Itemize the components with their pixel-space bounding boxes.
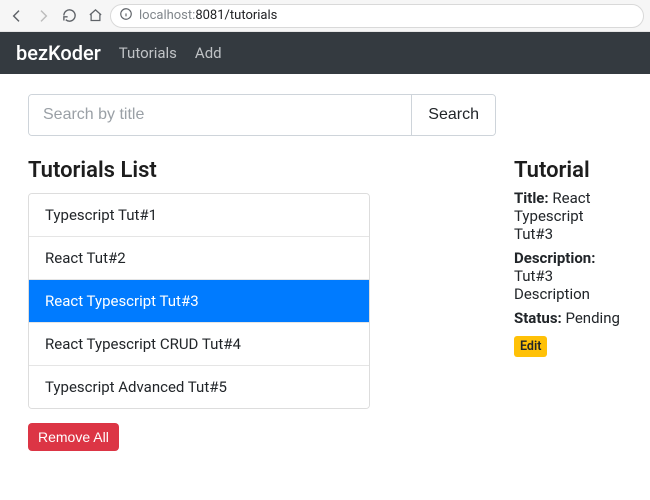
list-heading: Tutorials List: [28, 158, 496, 183]
list-item[interactable]: Typescript Advanced Tut#5: [29, 366, 369, 408]
search-button[interactable]: Search: [411, 95, 495, 135]
list-item[interactable]: React Tut#2: [29, 237, 369, 280]
nav-link-add[interactable]: Add: [195, 44, 222, 62]
edit-button[interactable]: Edit: [514, 336, 547, 357]
tutorial-list: Typescript Tut#1 React Tut#2 React Types…: [28, 193, 370, 409]
reload-icon[interactable]: [58, 5, 80, 27]
browser-toolbar: localhost:8081/tutorials: [0, 0, 650, 32]
navbar: bezKoder Tutorials Add: [0, 32, 650, 74]
search-input[interactable]: [29, 95, 411, 135]
nav-link-tutorials[interactable]: Tutorials: [119, 44, 177, 62]
detail-status: Status: Pending: [514, 309, 622, 327]
brand[interactable]: bezKoder: [16, 41, 101, 65]
detail-description: Description: Tut#3 Description: [514, 249, 622, 303]
search-group: Search: [28, 94, 496, 136]
list-item[interactable]: React Typescript Tut#3: [29, 280, 369, 323]
detail-title: Title: React Typescript Tut#3: [514, 189, 622, 243]
info-icon: [119, 7, 133, 25]
detail-heading: Tutorial: [514, 158, 622, 183]
home-icon[interactable]: [84, 5, 106, 27]
forward-icon[interactable]: [32, 5, 54, 27]
url-text: localhost:8081/tutorials: [139, 8, 277, 23]
remove-all-button[interactable]: Remove All: [28, 423, 119, 451]
address-bar[interactable]: localhost:8081/tutorials: [110, 4, 644, 28]
list-item[interactable]: React Typescript CRUD Tut#4: [29, 323, 369, 366]
back-icon[interactable]: [6, 5, 28, 27]
list-item[interactable]: Typescript Tut#1: [29, 194, 369, 237]
main-content: Search Tutorials List Typescript Tut#1 R…: [0, 74, 650, 451]
